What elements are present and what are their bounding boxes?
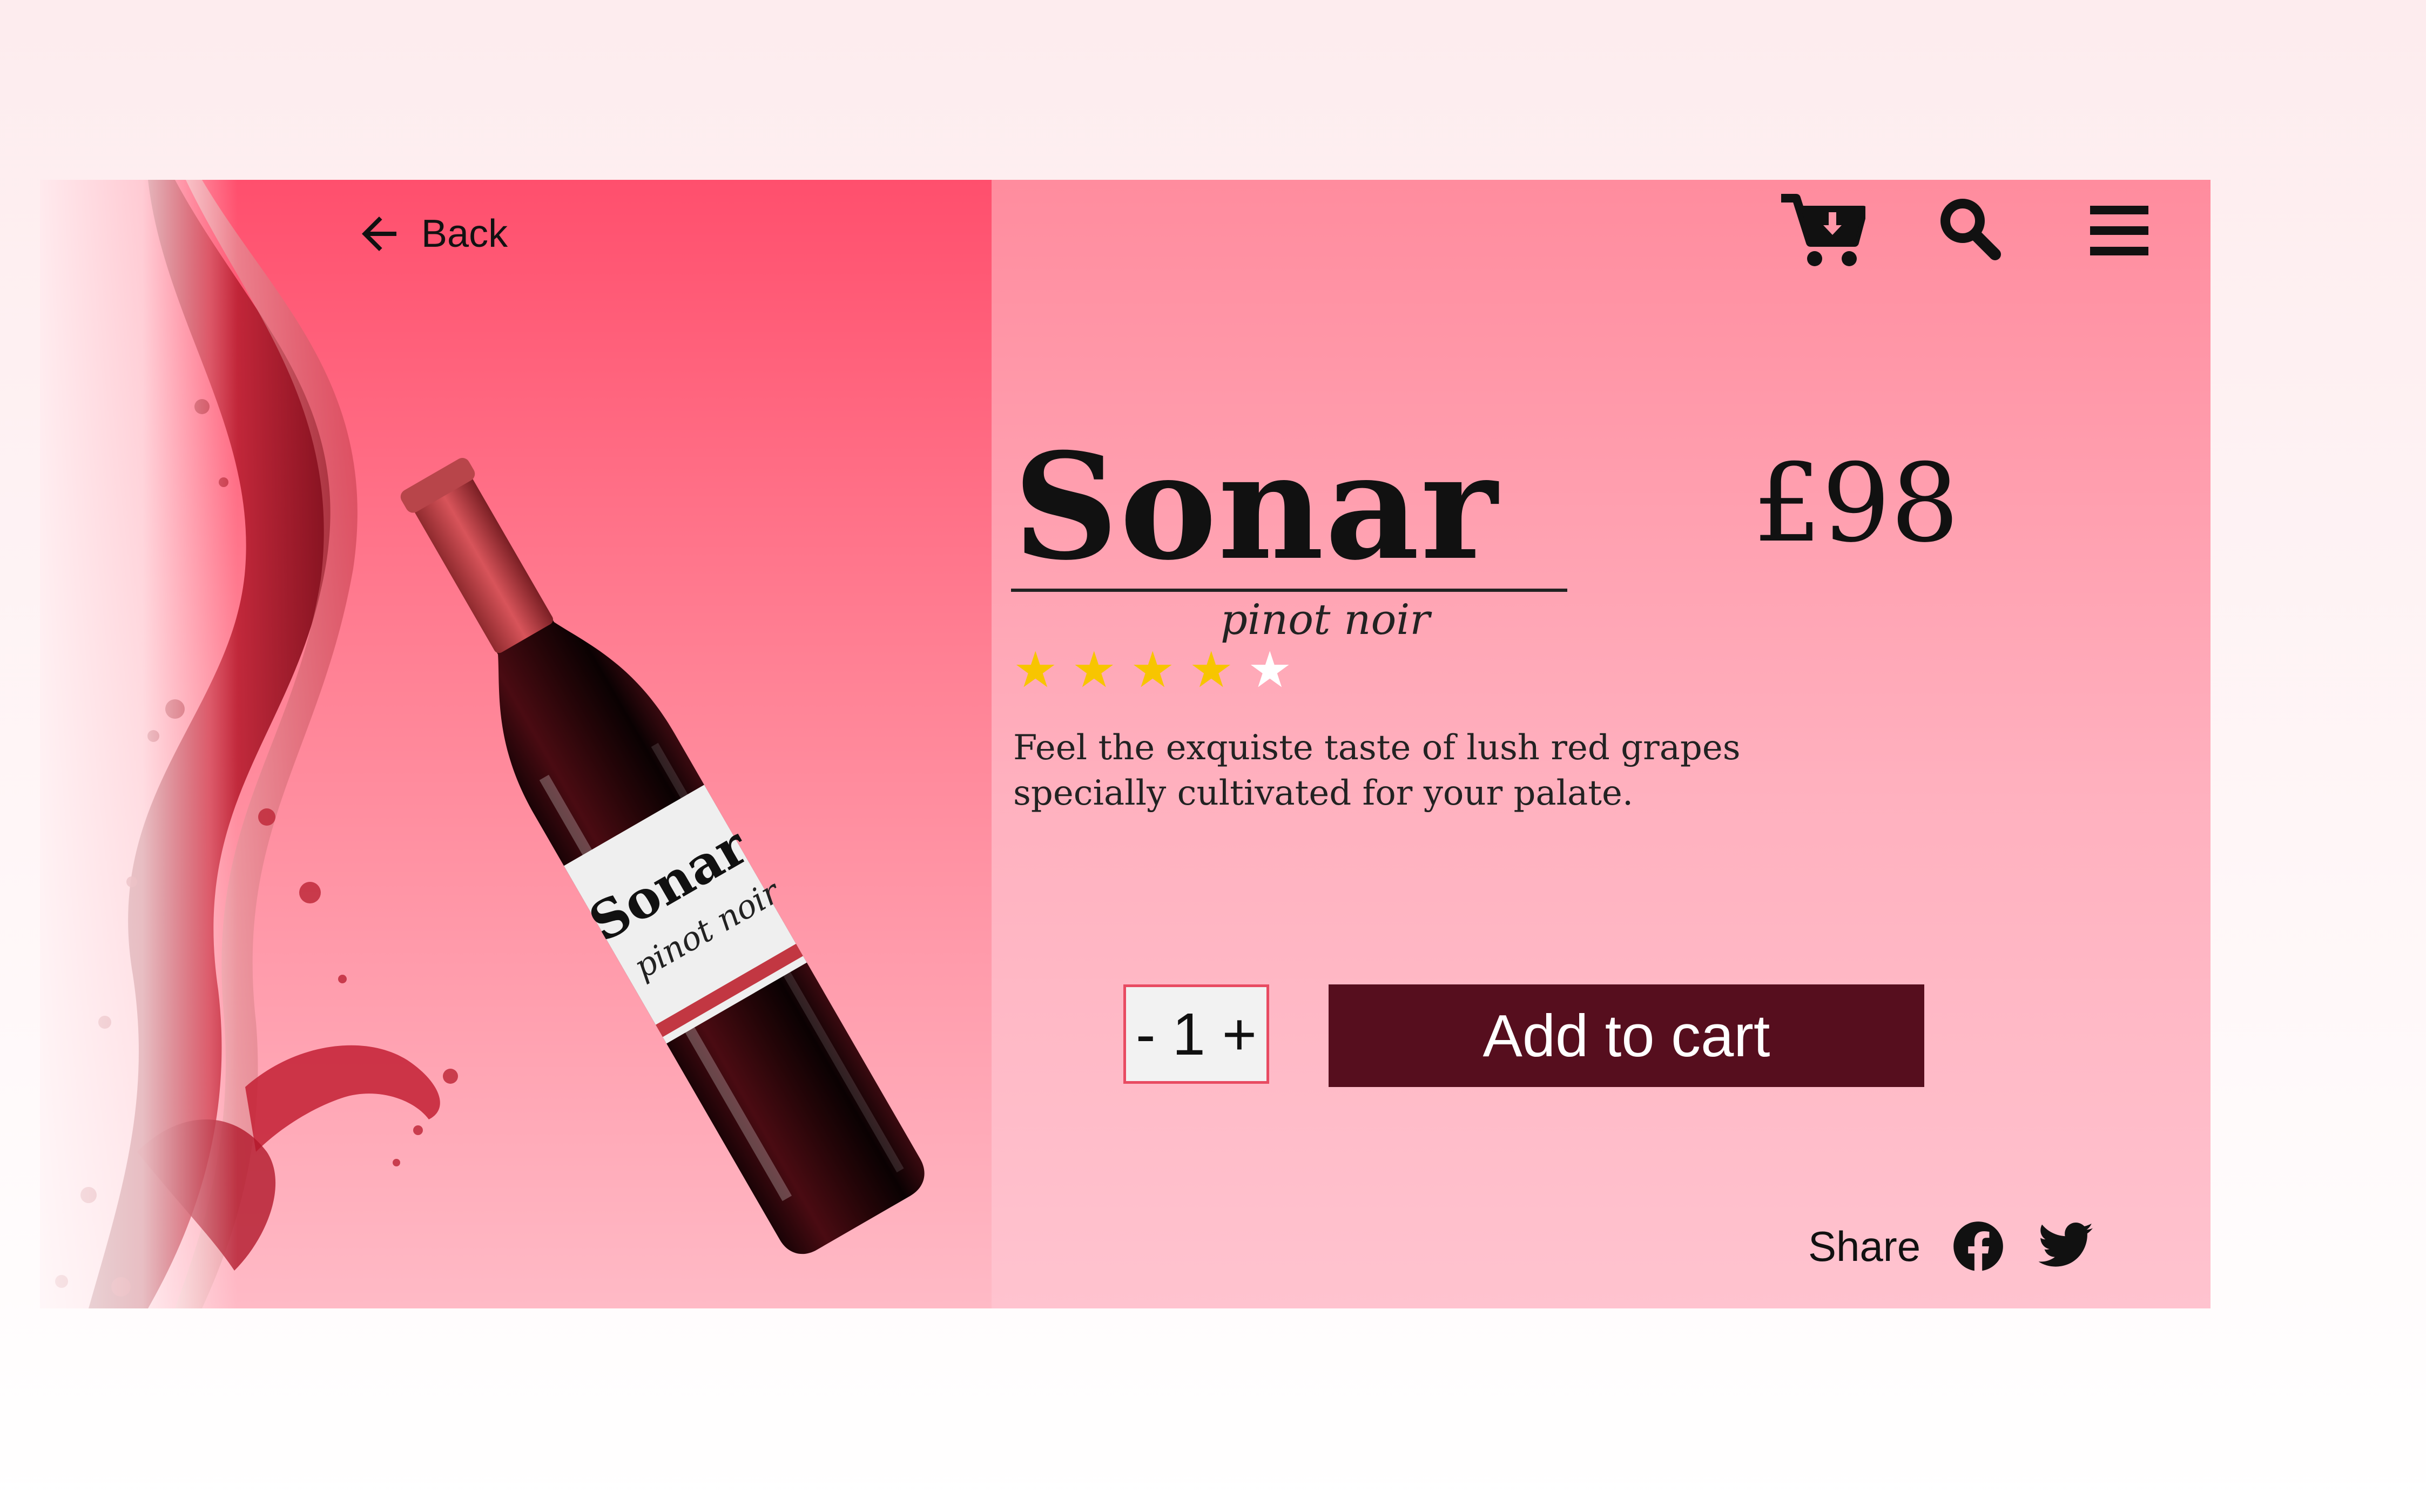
- rating-stars: ★ ★ ★ ★ ★: [1013, 645, 1292, 695]
- share-label: Share: [1808, 1222, 1921, 1270]
- title-divider: [1011, 589, 1567, 592]
- back-label: Back: [421, 212, 508, 255]
- share-bar: Share: [1808, 1217, 2095, 1276]
- star-filled-icon: ★: [1189, 643, 1234, 698]
- cart-icon[interactable]: [1779, 193, 1868, 268]
- product-image-panel: Back Sonar pinot noir: [40, 180, 992, 1308]
- wine-bottle-image: Sonar pinot noir: [400, 457, 925, 1254]
- search-icon[interactable]: [1937, 196, 2002, 261]
- quantity-value: 1: [1172, 1001, 1205, 1068]
- facebook-icon[interactable]: [1949, 1217, 2008, 1276]
- add-to-cart-button[interactable]: Add to cart: [1329, 984, 1924, 1087]
- product-price: £98: [1753, 441, 1959, 566]
- star-empty-icon: ★: [1247, 643, 1292, 698]
- twitter-icon[interactable]: [2036, 1217, 2095, 1276]
- product-details-panel: Sonar pinot noir £98 ★ ★ ★ ★ ★ Feel the exqu…: [992, 180, 2211, 1308]
- star-filled-icon: ★: [1072, 643, 1116, 698]
- increase-quantity-button[interactable]: +: [1222, 1000, 1257, 1069]
- star-filled-icon: ★: [1130, 643, 1175, 698]
- star-filled-icon: ★: [1013, 643, 1058, 698]
- decrease-quantity-button[interactable]: -: [1136, 1000, 1156, 1069]
- product-variety: pinot noir: [1221, 596, 1430, 644]
- back-link[interactable]: Back: [353, 208, 508, 260]
- quantity-stepper: - 1 +: [1123, 984, 1269, 1084]
- arrow-left-icon: [362, 217, 396, 251]
- light-overlay: [40, 180, 238, 1308]
- product-description: Feel the exquiste taste of lush red grap…: [1013, 728, 1741, 813]
- menu-icon[interactable]: [2088, 201, 2153, 261]
- product-name: Sonar: [1013, 421, 1499, 592]
- product-card: Back Sonar pinot noir Sonar pinot noir £…: [40, 180, 2211, 1308]
